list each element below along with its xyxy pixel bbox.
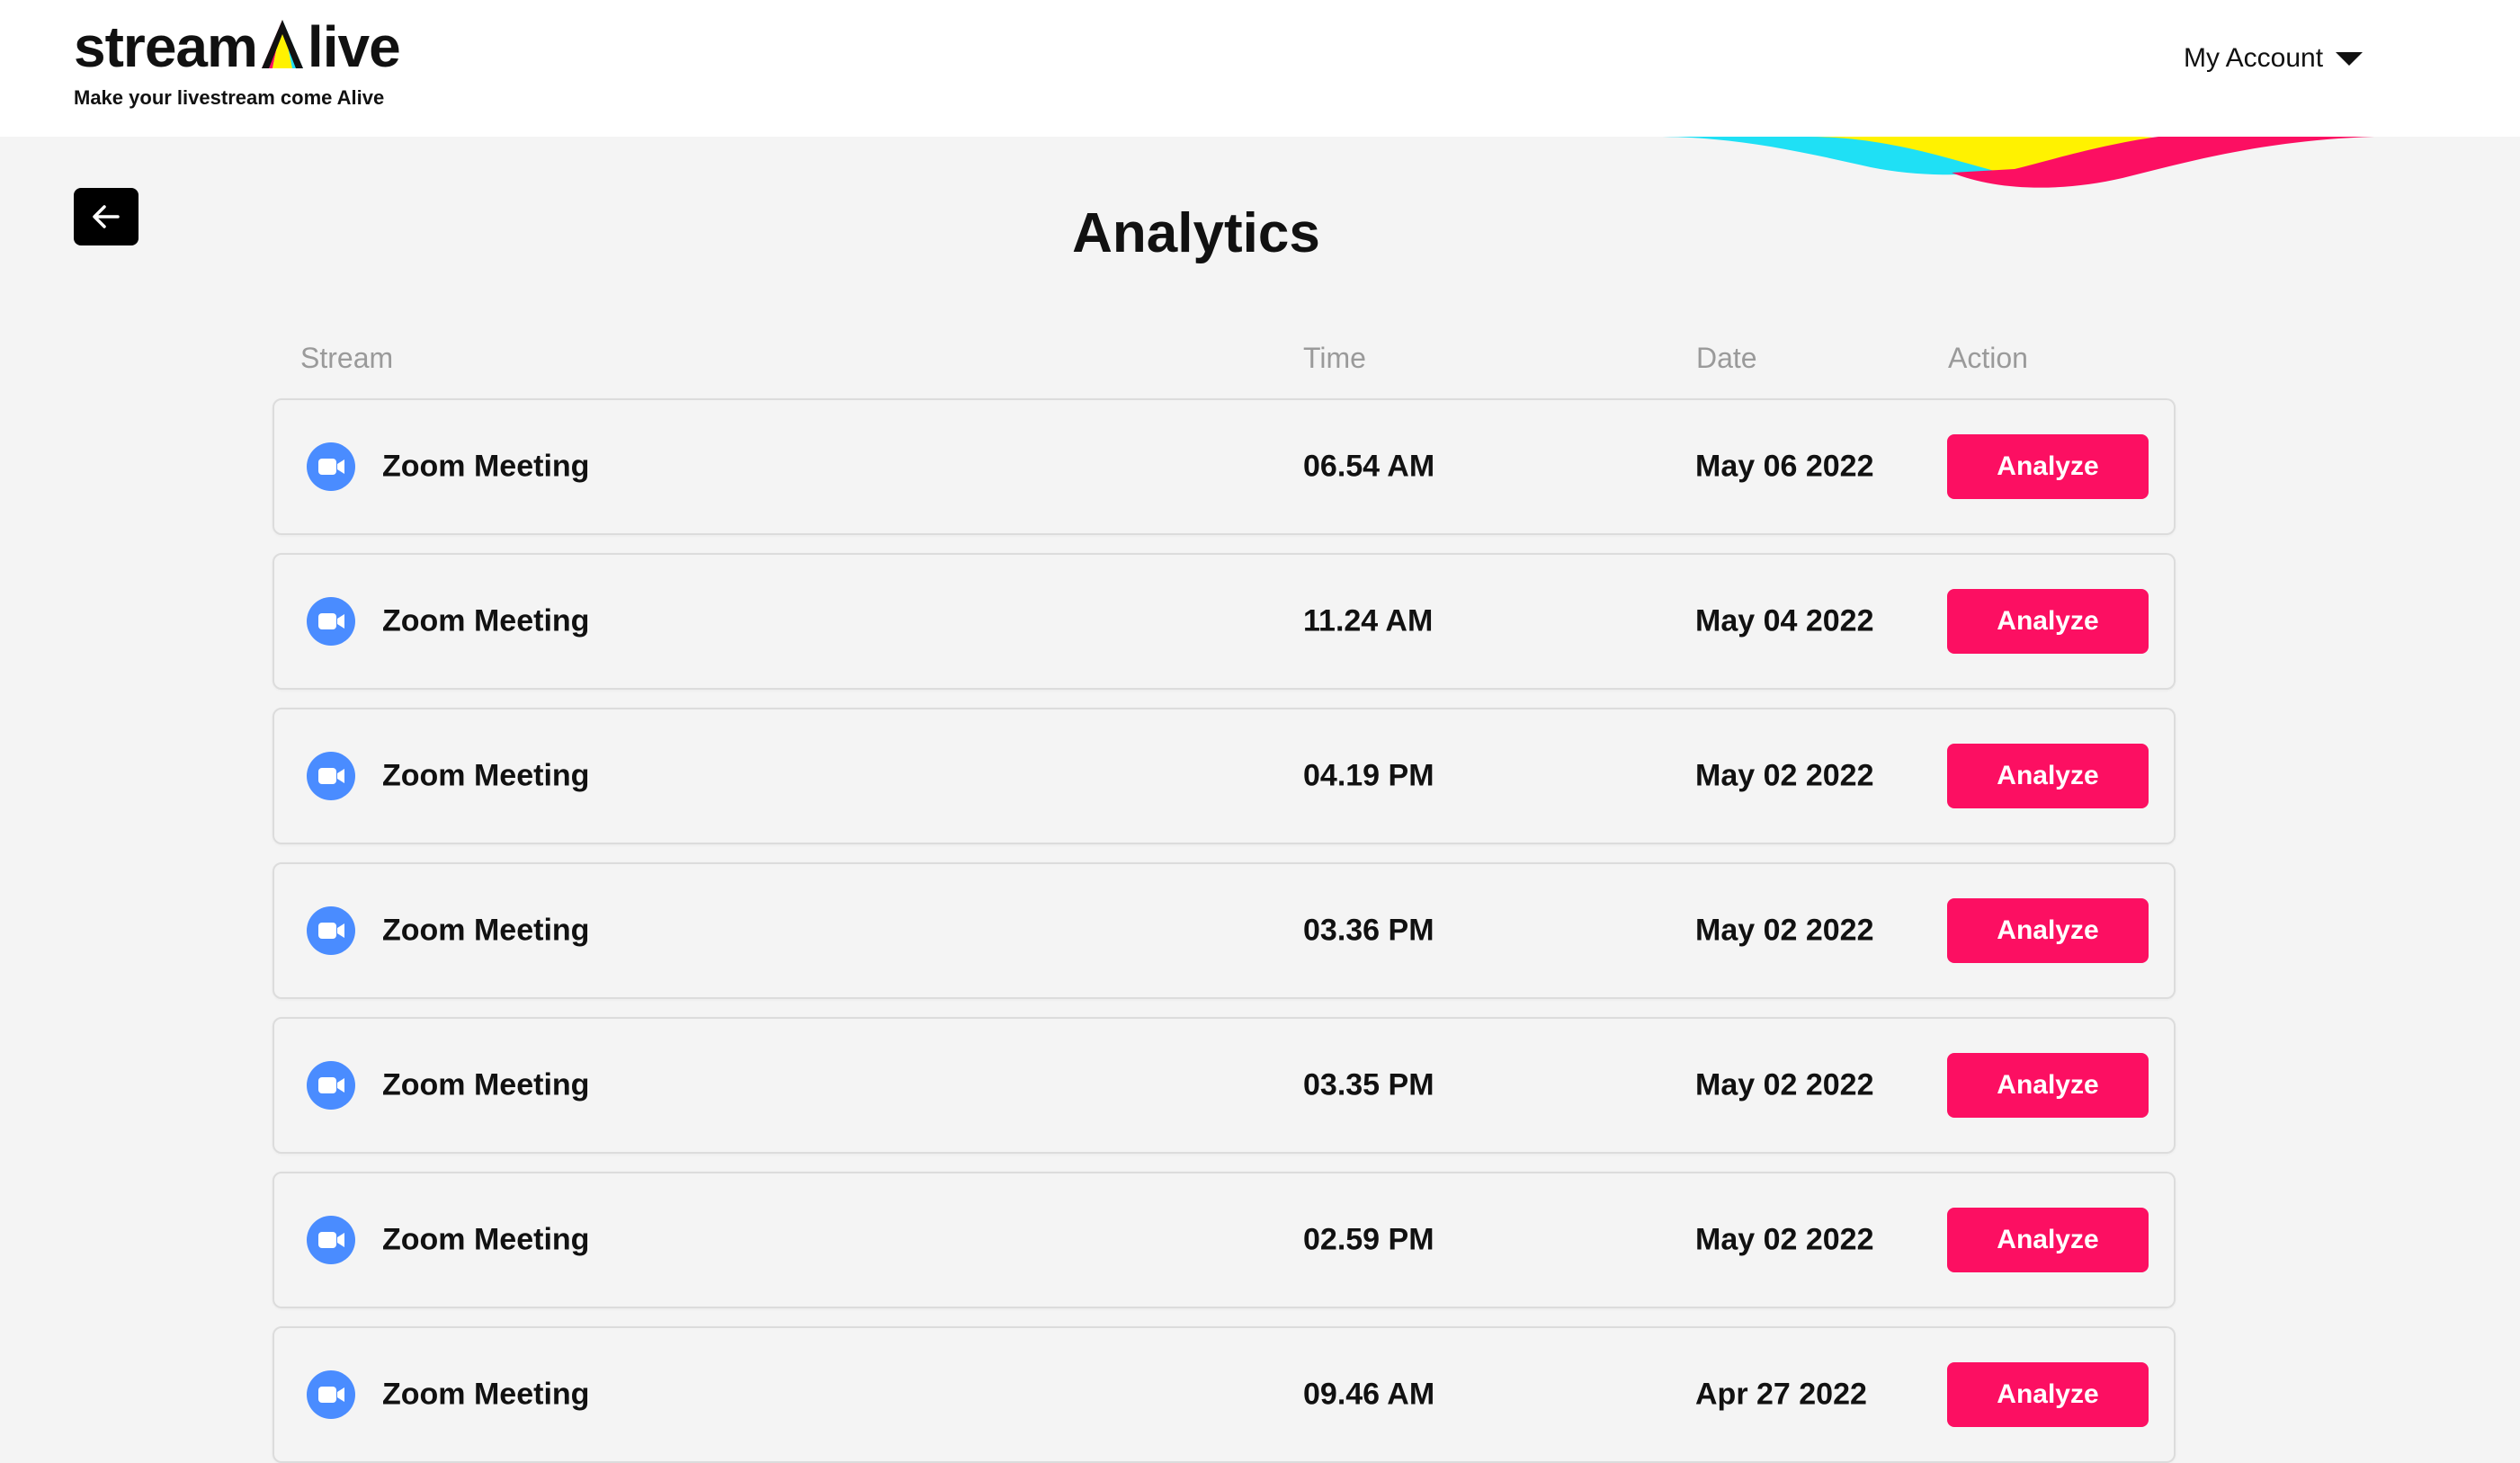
top-header: stream live Make your livestream come Al… bbox=[0, 0, 2520, 137]
my-account-menu[interactable]: My Account bbox=[2184, 43, 2364, 74]
zoom-icon bbox=[307, 442, 355, 491]
table-row: Zoom Meeting 11.24 AM May 04 2022 Analyz… bbox=[273, 553, 2176, 690]
analyze-button[interactable]: Analyze bbox=[1947, 898, 2149, 963]
decorative-color-wave bbox=[1655, 137, 2374, 188]
stream-name: Zoom Meeting bbox=[382, 913, 590, 948]
table-row: Zoom Meeting 02.59 PM May 02 2022 Analyz… bbox=[273, 1172, 2176, 1308]
stream-date: May 02 2022 bbox=[1695, 913, 1874, 948]
stream-time: 06.54 AM bbox=[1303, 449, 1435, 484]
stream-time: 03.36 PM bbox=[1303, 913, 1434, 948]
stream-name: Zoom Meeting bbox=[382, 1067, 590, 1102]
stream-time: 03.35 PM bbox=[1303, 1067, 1434, 1102]
table-row: Zoom Meeting 09.46 AM Apr 27 2022 Analyz… bbox=[273, 1326, 2176, 1463]
streamalive-logo[interactable]: stream live Make your livestream come Al… bbox=[74, 13, 451, 112]
stream-time: 11.24 AM bbox=[1303, 603, 1434, 638]
stream-name: Zoom Meeting bbox=[382, 758, 590, 793]
stream-date: May 06 2022 bbox=[1695, 449, 1874, 484]
page-title: Analytics bbox=[1072, 202, 1320, 264]
zoom-icon bbox=[307, 1370, 355, 1419]
zoom-icon bbox=[307, 752, 355, 800]
logo-tagline: Make your livestream come Alive bbox=[74, 86, 385, 109]
logo-a-mark-icon bbox=[261, 20, 303, 68]
stream-name: Zoom Meeting bbox=[382, 1222, 590, 1257]
logo-text-right: live bbox=[307, 14, 401, 79]
analyze-button[interactable]: Analyze bbox=[1947, 434, 2149, 499]
stream-date: May 02 2022 bbox=[1695, 758, 1874, 793]
table-row: Zoom Meeting 06.54 AM May 06 2022 Analyz… bbox=[273, 398, 2176, 535]
caret-down-icon bbox=[2336, 51, 2364, 66]
stream-time: 09.46 AM bbox=[1303, 1377, 1435, 1412]
stream-time: 02.59 PM bbox=[1303, 1222, 1434, 1257]
table-row: Zoom Meeting 03.36 PM May 02 2022 Analyz… bbox=[273, 862, 2176, 999]
stream-time: 04.19 PM bbox=[1303, 758, 1434, 793]
logo-wordmark: stream live bbox=[74, 13, 401, 81]
stream-date: May 02 2022 bbox=[1695, 1067, 1874, 1102]
column-header-date: Date bbox=[1696, 342, 1757, 374]
analyze-button[interactable]: Analyze bbox=[1947, 589, 2149, 654]
logo-text-left: stream bbox=[74, 14, 258, 79]
analyze-button[interactable]: Analyze bbox=[1947, 1208, 2149, 1272]
zoom-icon bbox=[307, 1061, 355, 1110]
zoom-icon bbox=[307, 1216, 355, 1264]
stream-name: Zoom Meeting bbox=[382, 603, 590, 638]
column-header-action: Action bbox=[1948, 342, 2028, 374]
table-row: Zoom Meeting 04.19 PM May 02 2022 Analyz… bbox=[273, 708, 2176, 844]
zoom-icon bbox=[307, 597, 355, 646]
stream-date: May 02 2022 bbox=[1695, 1222, 1874, 1257]
stream-date: May 04 2022 bbox=[1695, 603, 1874, 638]
analyze-button[interactable]: Analyze bbox=[1947, 744, 2149, 808]
zoom-icon bbox=[307, 906, 355, 955]
stream-date: Apr 27 2022 bbox=[1695, 1377, 1867, 1412]
analyze-button[interactable]: Analyze bbox=[1947, 1053, 2149, 1118]
stream-name: Zoom Meeting bbox=[382, 1377, 590, 1412]
table-row: Zoom Meeting 03.35 PM May 02 2022 Analyz… bbox=[273, 1017, 2176, 1154]
my-account-label: My Account bbox=[2184, 43, 2324, 73]
analyze-button[interactable]: Analyze bbox=[1947, 1362, 2149, 1427]
column-header-time: Time bbox=[1303, 342, 1366, 374]
column-header-stream: Stream bbox=[300, 342, 394, 374]
stream-name: Zoom Meeting bbox=[382, 449, 590, 484]
